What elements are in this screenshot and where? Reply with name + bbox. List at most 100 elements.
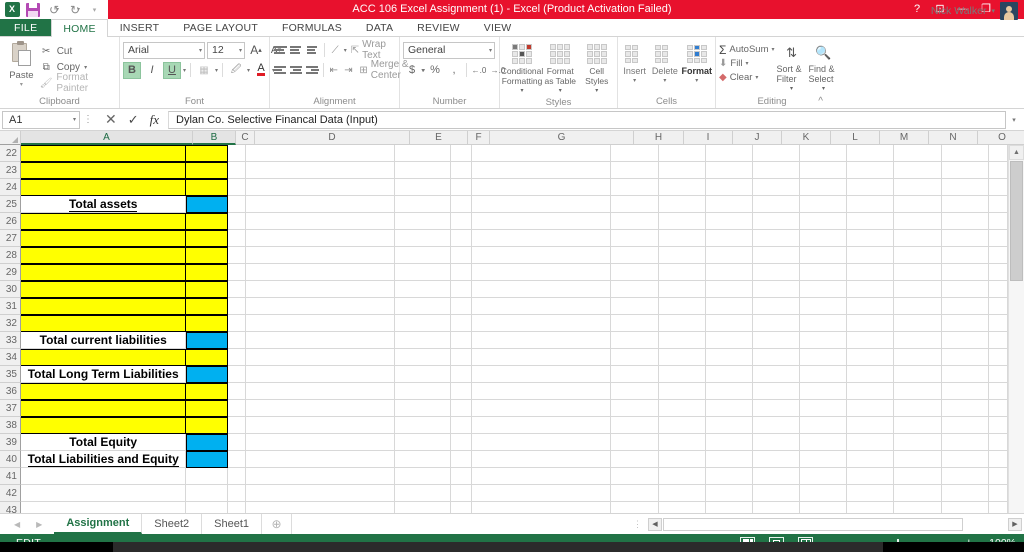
- cell-F39[interactable]: [451, 434, 472, 451]
- cell-B37[interactable]: [186, 400, 227, 417]
- cell-x40[interactable]: [989, 451, 1008, 468]
- cell-K26[interactable]: [753, 213, 800, 230]
- cell-H42[interactable]: [611, 485, 659, 502]
- cell-E39[interactable]: [395, 434, 451, 451]
- cell-O36[interactable]: [942, 383, 989, 400]
- cell-A22[interactable]: [21, 145, 186, 162]
- cell-H24[interactable]: [611, 179, 659, 196]
- cell-C40[interactable]: [228, 451, 246, 468]
- borders-button[interactable]: ▦: [195, 62, 213, 79]
- cell-x35[interactable]: [989, 366, 1008, 383]
- row-header-37[interactable]: 37: [0, 400, 21, 417]
- cell-B43[interactable]: [186, 502, 227, 513]
- cell-F41[interactable]: [451, 468, 472, 485]
- cell-A23[interactable]: [21, 162, 186, 179]
- cell-L31[interactable]: [800, 298, 847, 315]
- chevron-down-icon[interactable]: ▾: [73, 116, 76, 123]
- wrap-text-button[interactable]: ⇱Wrap Text: [348, 39, 397, 61]
- currency-dropdown-icon[interactable]: ▾: [422, 67, 425, 74]
- cell-C37[interactable]: [228, 400, 246, 417]
- increase-font-size-button[interactable]: A▴: [247, 42, 265, 59]
- cell-I29[interactable]: [659, 264, 706, 281]
- column-header-K[interactable]: K: [782, 131, 831, 145]
- horizontal-scrollbar[interactable]: ⋮ ◀ ▶: [292, 514, 1024, 534]
- cell-O42[interactable]: [942, 485, 989, 502]
- cell-C32[interactable]: [228, 315, 246, 332]
- cell-H34[interactable]: [611, 349, 659, 366]
- cell-C24[interactable]: [228, 179, 246, 196]
- cell-H25[interactable]: [611, 196, 659, 213]
- cell-B35[interactable]: [186, 366, 227, 383]
- cell-M29[interactable]: [847, 264, 894, 281]
- column-header-D[interactable]: D: [255, 131, 410, 145]
- fill-color-button[interactable]: 🖉: [227, 62, 245, 79]
- clear-button[interactable]: ◆Clear▾: [719, 71, 775, 84]
- align-left-button[interactable]: [273, 62, 288, 79]
- cell-J30[interactable]: [706, 281, 753, 298]
- cell-E38[interactable]: [395, 417, 451, 434]
- prev-sheet-icon[interactable]: ◀: [14, 520, 20, 529]
- row-header-23[interactable]: 23: [0, 162, 21, 179]
- cell-H28[interactable]: [611, 247, 659, 264]
- cell-K30[interactable]: [753, 281, 800, 298]
- cell-J39[interactable]: [706, 434, 753, 451]
- cell-B34[interactable]: [186, 349, 227, 366]
- select-all-corner[interactable]: [0, 131, 21, 145]
- cell-C38[interactable]: [228, 417, 246, 434]
- cell-B40[interactable]: [186, 451, 227, 468]
- cell-M41[interactable]: [847, 468, 894, 485]
- cell-F35[interactable]: [451, 366, 472, 383]
- insert-function-icon[interactable]: fx: [150, 112, 159, 128]
- cell-A30[interactable]: [21, 281, 186, 298]
- fill-color-dropdown-icon[interactable]: ▾: [247, 67, 250, 74]
- cell-O34[interactable]: [942, 349, 989, 366]
- cell-I43[interactable]: [659, 502, 706, 513]
- cell-x41[interactable]: [989, 468, 1008, 485]
- cell-K31[interactable]: [753, 298, 800, 315]
- cell-K41[interactable]: [753, 468, 800, 485]
- cell-D33[interactable]: [246, 332, 395, 349]
- cell-E32[interactable]: [395, 315, 451, 332]
- underline-dropdown-icon[interactable]: ▾: [183, 67, 186, 74]
- cell-M32[interactable]: [847, 315, 894, 332]
- cell-N22[interactable]: [894, 145, 941, 162]
- row-header-30[interactable]: 30: [0, 281, 21, 298]
- cell-x23[interactable]: [989, 162, 1008, 179]
- cell-L43[interactable]: [800, 502, 847, 513]
- cell-L34[interactable]: [800, 349, 847, 366]
- cell-I27[interactable]: [659, 230, 706, 247]
- chevron-down-icon[interactable]: ▾: [235, 47, 242, 54]
- cell-G31[interactable]: [472, 298, 610, 315]
- tab-formulas[interactable]: FORMULAS: [270, 19, 354, 36]
- cell-C42[interactable]: [228, 485, 246, 502]
- cell-J40[interactable]: [706, 451, 753, 468]
- cell-x27[interactable]: [989, 230, 1008, 247]
- cell-I28[interactable]: [659, 247, 706, 264]
- format-cells-button[interactable]: Format▾: [681, 42, 712, 86]
- row-header-27[interactable]: 27: [0, 230, 21, 247]
- sheet-tab-sheet1[interactable]: Sheet1: [202, 514, 262, 534]
- cell-M30[interactable]: [847, 281, 894, 298]
- fill-button[interactable]: ⬇Fill▾: [719, 57, 775, 70]
- font-color-button[interactable]: A: [252, 62, 270, 79]
- decrease-indent-button[interactable]: ⇤: [327, 62, 341, 79]
- cell-x25[interactable]: [989, 196, 1008, 213]
- cell-M31[interactable]: [847, 298, 894, 315]
- cell-H36[interactable]: [611, 383, 659, 400]
- enter-formula-icon[interactable]: ✓: [128, 112, 139, 128]
- find-select-button[interactable]: 🔍 Find & Select▾: [809, 42, 839, 94]
- cell-N34[interactable]: [894, 349, 941, 366]
- cell-O27[interactable]: [942, 230, 989, 247]
- cell-I36[interactable]: [659, 383, 706, 400]
- cell-J34[interactable]: [706, 349, 753, 366]
- cell-H43[interactable]: [611, 502, 659, 513]
- cell-J35[interactable]: [706, 366, 753, 383]
- cell-E33[interactable]: [395, 332, 451, 349]
- cell-N25[interactable]: [894, 196, 941, 213]
- sheet-nav-buttons[interactable]: ◀ ▶: [0, 514, 54, 534]
- cell-N23[interactable]: [894, 162, 941, 179]
- cell-M23[interactable]: [847, 162, 894, 179]
- cell-D42[interactable]: [246, 485, 395, 502]
- cell-C34[interactable]: [228, 349, 246, 366]
- cell-H40[interactable]: [611, 451, 659, 468]
